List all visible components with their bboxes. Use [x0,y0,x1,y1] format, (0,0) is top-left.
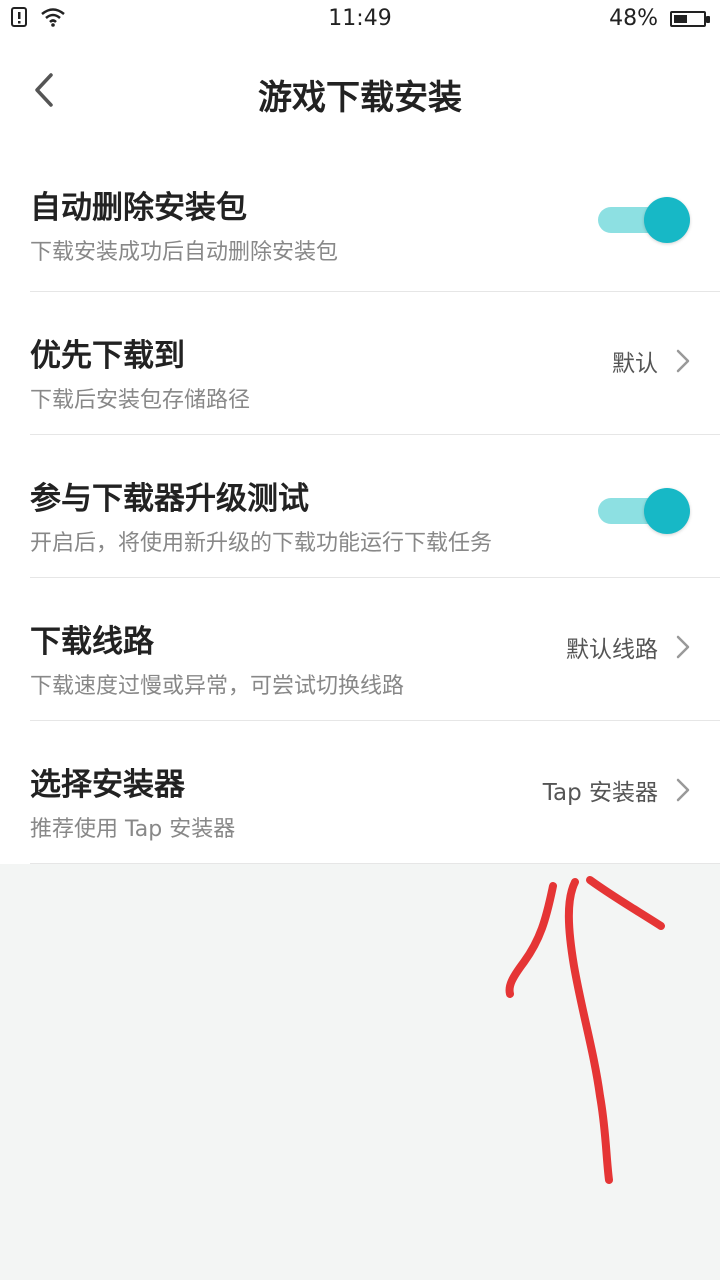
chevron-right-icon [676,635,690,659]
status-bar: 11:49 48% [0,0,720,40]
title-bar: 游戏下载安装 [0,40,720,144]
arrow-right-stroke [586,876,665,930]
setting-value[interactable]: 默认 [612,344,690,378]
setting-download-route[interactable]: 下载线路 下载速度过慢或异常，可尝试切换线路 默认线路 [30,578,720,721]
toggle-knob [644,197,690,243]
setting-value[interactable]: 默认线路 [566,630,690,664]
page-title: 游戏下载安装 [258,78,462,118]
status-right: 48% [609,6,710,31]
setting-auto-delete-package[interactable]: 自动删除安装包 下载安装成功后自动删除安装包 [30,144,720,292]
setting-value-text: Tap 安装器 [542,780,658,806]
chevron-right-icon [676,778,690,802]
battery-fill [674,14,687,23]
chevron-right-icon [676,349,690,373]
setting-subtitle: 开启后，将使用新升级的下载功能运行下载任务 [30,531,493,556]
setting-title: 参与下载器升级测试 [30,481,309,517]
setting-subtitle: 下载后安装包存储路径 [30,388,251,413]
setting-value-text: 默认线路 [566,637,658,663]
setting-download-location[interactable]: 优先下载到 下载后安装包存储路径 默认 [30,292,720,435]
arrow-left-stroke [505,882,557,998]
setting-installer[interactable]: 选择安装器 推荐使用 Tap 安装器 Tap 安装器 [30,721,720,864]
setting-subtitle: 下载安装成功后自动删除安装包 [30,240,339,265]
auto-delete-toggle[interactable] [598,197,690,243]
app-screen: 11:49 48% 游戏下载安装 自动删除安装包 下载安装成功后自动删除安装包 … [0,0,720,864]
setting-downloader-beta[interactable]: 参与下载器升级测试 开启后，将使用新升级的下载功能运行下载任务 [30,435,720,578]
setting-title: 下载线路 [30,624,154,660]
arrow-shaft-stroke [564,878,613,1184]
setting-subtitle: 下载速度过慢或异常，可尝试切换线路 [30,674,405,699]
toggle-knob [644,488,690,534]
battery-percent: 48% [609,6,658,31]
setting-value-text: 默认 [612,351,658,377]
setting-title: 优先下载到 [30,338,185,374]
setting-title: 自动删除安装包 [30,190,247,226]
downloader-beta-toggle[interactable] [598,488,690,534]
battery-icon [670,10,710,27]
setting-title: 选择安装器 [30,767,185,803]
setting-value[interactable]: Tap 安装器 [543,773,690,807]
settings-list: 自动删除安装包 下载安装成功后自动删除安装包 优先下载到 下载后安装包存储路径 … [0,144,720,864]
setting-subtitle: 推荐使用 Tap 安装器 [30,817,236,842]
